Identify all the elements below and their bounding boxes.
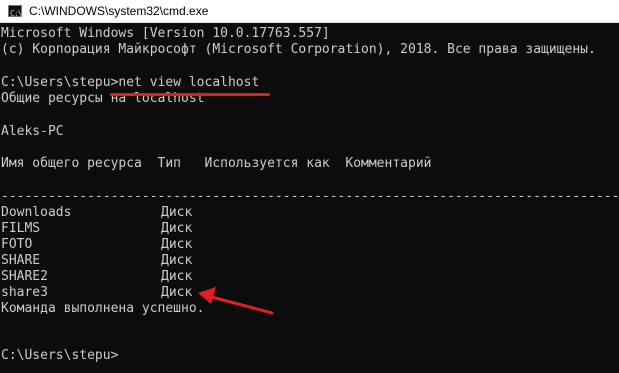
cmd-icon: C:\ (8, 5, 22, 18)
cmd-window: C:\ C:\WINDOWS\system32\cmd.exe Microsof… (0, 0, 619, 373)
title-bar[interactable]: C:\ C:\WINDOWS\system32\cmd.exe (0, 0, 619, 23)
window-title: C:\WINDOWS\system32\cmd.exe (29, 4, 209, 18)
annotation-arrow-icon (198, 287, 274, 315)
